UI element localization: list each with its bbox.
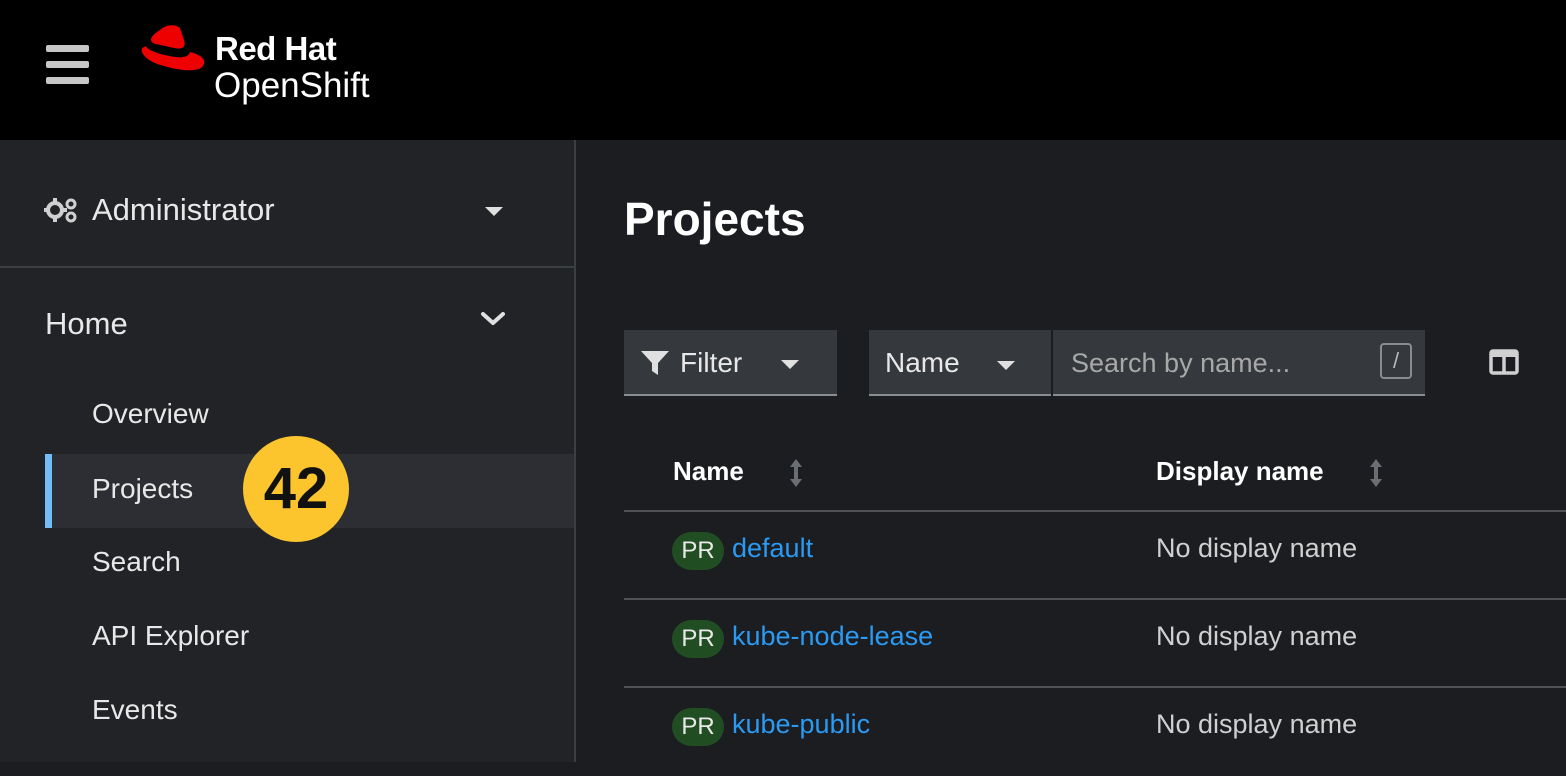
sidebar-item-label: Search	[92, 546, 181, 577]
sidebar-item-label: Events	[92, 694, 178, 725]
project-badge: PR	[672, 708, 724, 746]
brand-name: Red Hat	[215, 30, 337, 67]
filter-label: Filter	[680, 347, 743, 378]
nav-section-label: Home	[45, 306, 128, 341]
sort-icon[interactable]	[1368, 458, 1384, 488]
project-badge: PR	[672, 532, 724, 570]
sidebar-item-label: Projects	[92, 473, 194, 504]
chevron-down-icon	[481, 312, 505, 325]
filter-icon	[641, 351, 669, 375]
project-badge: PR	[672, 620, 724, 658]
display-name-value: No display name	[1156, 709, 1358, 739]
search-box: /	[1053, 330, 1425, 396]
red-hat-logo-icon	[141, 25, 205, 71]
cogs-icon	[44, 198, 77, 223]
perspective-label: Administrator	[92, 192, 275, 227]
project-link[interactable]: kube-public	[732, 709, 870, 740]
step-number-badge: 42	[243, 436, 349, 542]
sidebar-item-label: Overview	[92, 398, 209, 429]
keyboard-shortcut-hint: /	[1380, 343, 1412, 379]
column-header-label: Name	[673, 456, 744, 486]
project-link[interactable]: default	[732, 533, 813, 564]
hamburger-icon	[46, 45, 89, 52]
nav-toggle-button[interactable]	[46, 45, 90, 85]
sidebar-item-api-explorer[interactable]: API Explorer	[45, 601, 574, 675]
sidebar-item-label: API Explorer	[92, 620, 250, 651]
search-input[interactable]	[1071, 344, 1361, 382]
main-content: Projects Filter Name / Name Display name…	[578, 140, 1566, 762]
perspective-switcher[interactable]: Administrator	[0, 140, 574, 268]
sort-icon[interactable]	[788, 458, 804, 488]
table-row: PR default No display name	[624, 512, 1566, 600]
caret-down-icon	[485, 207, 503, 216]
project-link[interactable]: kube-node-lease	[732, 621, 933, 652]
attribute-label: Name	[885, 347, 960, 378]
caret-down-icon	[781, 360, 799, 369]
display-name-value: No display name	[1156, 533, 1358, 563]
column-header-name[interactable]: Name	[673, 456, 744, 487]
filter-dropdown[interactable]: Filter	[624, 330, 837, 396]
manage-columns-icon[interactable]	[1489, 349, 1519, 375]
table-row: PR kube-public No display name	[624, 688, 1566, 776]
nav-section-home[interactable]: Home	[0, 290, 574, 360]
sidebar-item-events[interactable]: Events	[45, 675, 574, 749]
table-row: PR kube-node-lease No display name	[624, 600, 1566, 688]
column-header-display-name[interactable]: Display name	[1156, 456, 1324, 487]
product-name: OpenShift	[214, 66, 370, 105]
brand-logo[interactable]: Red Hat OpenShift	[140, 22, 400, 112]
display-name-value: No display name	[1156, 621, 1358, 651]
attribute-dropdown[interactable]: Name	[869, 330, 1051, 396]
masthead: Red Hat OpenShift	[0, 0, 1566, 140]
page-title: Projects	[624, 193, 806, 245]
caret-down-icon	[997, 361, 1015, 370]
column-header-label: Display name	[1156, 456, 1324, 486]
